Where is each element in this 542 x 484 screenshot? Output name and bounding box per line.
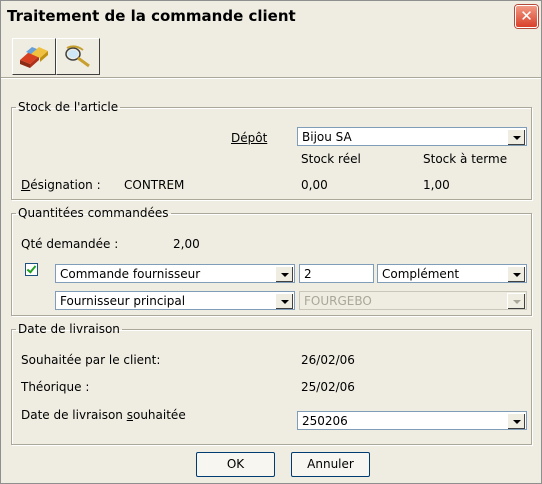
qte-demandee-label: Qté demandée : — [21, 237, 119, 251]
quantite-value: 2 — [304, 267, 312, 281]
fournisseur-value: Fournisseur principal — [60, 294, 186, 308]
stock-terme-label: Stock à terme — [423, 152, 508, 166]
type-commande-select[interactable]: Commande fournisseur — [55, 264, 295, 283]
depot-value: Bijou SA — [302, 130, 352, 144]
type-commande-value: Commande fournisseur — [60, 267, 201, 281]
chevron-down-icon[interactable] — [275, 293, 293, 309]
designation-label: Désignation : — [21, 178, 101, 192]
qte-demandee-value: 2,00 — [173, 237, 200, 251]
stock-legend: Stock de l'article — [18, 100, 119, 114]
window-title: Traitement de la commande client — [7, 7, 296, 25]
theorique-label: Théorique : — [21, 380, 90, 394]
souhaitee-client-label: Souhaitée par le client: — [21, 353, 161, 367]
stock-terme-value: 1,00 — [423, 178, 450, 192]
theorique-value: 25/02/06 — [301, 380, 355, 394]
depot-select[interactable]: Bijou SA — [297, 127, 527, 146]
toolbar-separator — [1, 77, 541, 79]
chevron-down-icon[interactable] — [507, 413, 525, 429]
process-icon — [20, 47, 48, 68]
chevron-down-icon[interactable] — [507, 129, 525, 145]
title-bar[interactable]: Traitement de la commande client ✕ — [1, 1, 541, 31]
delivery-legend: Date de livraison — [18, 322, 120, 336]
dialog-window: Traitement de la commande client ✕ Stock… — [0, 0, 542, 484]
chevron-down-icon[interactable] — [275, 266, 293, 282]
annuler-button[interactable]: Annuler — [291, 452, 370, 477]
code-fournisseur-value: FOURGEBO — [304, 294, 372, 308]
quantities-legend: Quantitées commandées — [18, 206, 169, 220]
date-souhaitee-label: Date de livraison souhaitée — [21, 408, 186, 422]
code-fournisseur-select: FOURGEBO — [299, 291, 527, 310]
depot-label: Dépôt — [231, 131, 268, 145]
search-button[interactable] — [56, 38, 100, 75]
chevron-down-icon — [507, 293, 525, 309]
complement-value: Complément — [382, 267, 460, 281]
chevron-down-icon[interactable] — [507, 266, 525, 282]
search-icon — [65, 45, 90, 68]
date-souhaitee-value: 250206 — [302, 414, 348, 428]
ok-button[interactable]: OK — [196, 452, 275, 477]
stock-reel-value: 0,00 — [301, 178, 328, 192]
commande-checkbox[interactable] — [25, 263, 38, 276]
complement-select[interactable]: Complément — [377, 264, 527, 283]
souhaitee-client-value: 26/02/06 — [301, 353, 355, 367]
close-icon[interactable]: ✕ — [515, 5, 538, 28]
process-order-button[interactable] — [12, 38, 56, 75]
date-souhaitee-select[interactable]: 250206 — [297, 411, 527, 430]
fournisseur-select[interactable]: Fournisseur principal — [55, 291, 295, 310]
quantite-input[interactable]: 2 — [299, 264, 374, 283]
stock-reel-label: Stock réel — [301, 152, 361, 166]
designation-value: CONTREM — [124, 178, 185, 192]
